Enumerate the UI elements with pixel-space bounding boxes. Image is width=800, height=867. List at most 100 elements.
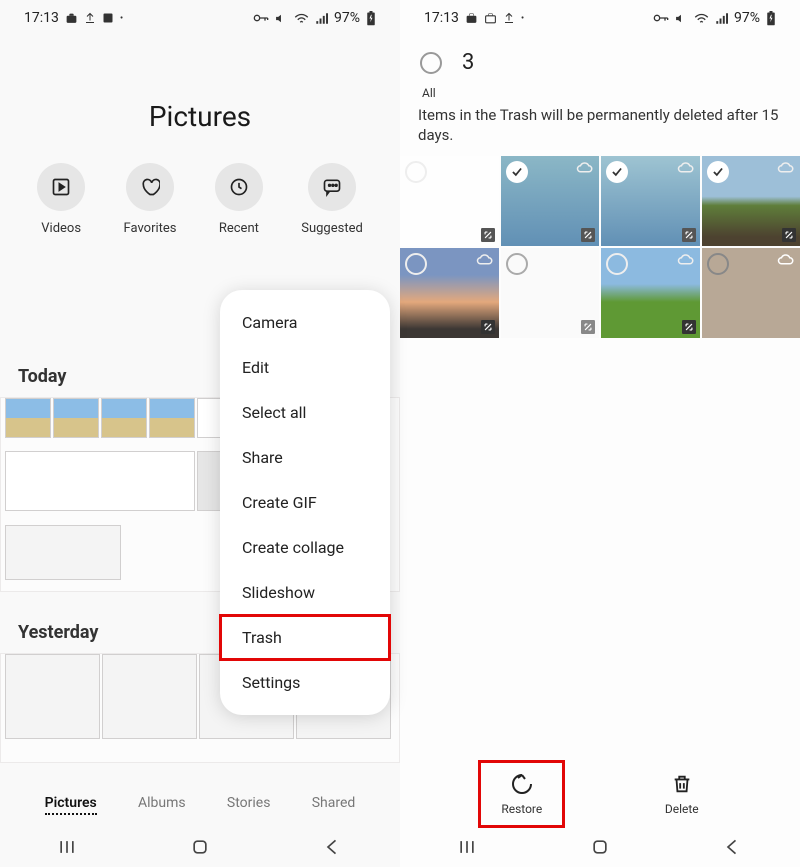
tab-stories[interactable]: Stories [227, 795, 271, 815]
recents-icon[interactable] [57, 837, 77, 857]
thumbnail[interactable] [601, 156, 700, 246]
expand-icon [481, 228, 495, 242]
tab-albums[interactable]: Albums [138, 795, 186, 815]
cloud-icon [777, 253, 795, 267]
menu-create-gif[interactable]: Create GIF [220, 480, 390, 525]
expand-icon [682, 320, 696, 334]
status-battery: 97% [334, 10, 360, 26]
expand-icon [581, 320, 595, 334]
heart-icon [140, 177, 160, 197]
android-nav [400, 827, 800, 867]
tab-shared[interactable]: Shared [312, 795, 356, 815]
expand-icon [782, 228, 796, 242]
android-nav [0, 827, 400, 867]
thumbnail[interactable] [702, 156, 800, 246]
thumbnail[interactable] [501, 156, 600, 246]
briefcase-icon [65, 12, 78, 25]
play-icon [51, 177, 71, 197]
action-delete[interactable]: Delete [645, 763, 719, 825]
cloud-icon [476, 253, 494, 267]
battery-icon [766, 11, 776, 26]
briefcase-icon [465, 12, 478, 25]
select-check[interactable] [405, 253, 427, 275]
action-restore[interactable]: Restore [481, 763, 562, 825]
action-label: Delete [665, 802, 699, 816]
select-check[interactable] [506, 161, 528, 183]
cloud-icon [777, 161, 795, 175]
expand-icon [581, 228, 595, 242]
status-battery: 97% [734, 10, 760, 26]
trash-grid [400, 156, 800, 338]
thumbnail[interactable] [702, 248, 800, 338]
expand-icon [481, 320, 495, 334]
menu-select-all[interactable]: Select all [220, 390, 390, 435]
briefcase-icon [484, 12, 497, 25]
wifi-icon [694, 12, 709, 25]
menu-slideshow[interactable]: Slideshow [220, 570, 390, 615]
category-label: Suggested [301, 221, 363, 236]
category-label: Recent [219, 221, 259, 236]
status-bar: 17:13 • 97% [0, 0, 400, 36]
trash-icon [671, 772, 693, 796]
selection-count: 3 [462, 50, 474, 75]
back-icon[interactable] [723, 837, 743, 857]
cloud-icon [677, 253, 695, 267]
back-icon[interactable] [323, 837, 343, 857]
cloud-icon [576, 161, 594, 175]
action-bar: Restore Delete [400, 763, 800, 825]
category-label: Videos [41, 221, 81, 236]
menu-create-collage[interactable]: Create collage [220, 525, 390, 570]
trash-message: Items in the Trash will be permanently d… [400, 99, 800, 156]
select-check[interactable] [405, 161, 427, 183]
status-bar: 17:13 • 97% [400, 0, 800, 36]
home-icon[interactable] [590, 837, 610, 857]
home-icon[interactable] [190, 837, 210, 857]
chat-icon [322, 177, 342, 197]
categories-row: Videos Favorites Recent Suggested [0, 163, 400, 236]
signal-icon [315, 12, 328, 25]
mute-icon [275, 12, 288, 25]
thumbnail[interactable] [501, 248, 600, 338]
select-all-label: All [422, 86, 436, 100]
action-label: Restore [501, 802, 542, 816]
vpn-key-icon [653, 12, 669, 24]
category-videos[interactable]: Videos [37, 163, 85, 236]
page-title: Pictures [0, 100, 400, 133]
recents-icon[interactable] [457, 837, 477, 857]
select-check[interactable] [506, 253, 528, 275]
status-time: 17:13 [424, 10, 459, 26]
cloud-icon [677, 161, 695, 175]
vpn-key-icon [253, 12, 269, 24]
select-check[interactable] [606, 161, 628, 183]
menu-camera[interactable]: Camera [220, 300, 390, 345]
bottom-tabs: Pictures Albums Stories Shared [0, 783, 400, 827]
select-all-toggle[interactable] [420, 52, 442, 74]
menu-edit[interactable]: Edit [220, 345, 390, 390]
thumbnail[interactable] [601, 248, 700, 338]
wifi-icon [294, 12, 309, 25]
category-favorites[interactable]: Favorites [124, 163, 177, 236]
select-check[interactable] [707, 161, 729, 183]
menu-settings[interactable]: Settings [220, 660, 390, 705]
restore-icon [510, 772, 534, 796]
category-recent[interactable]: Recent [215, 163, 263, 236]
clock-icon [229, 177, 249, 197]
upload-icon [503, 12, 515, 24]
overflow-menu: Camera Edit Select all Share Create GIF … [220, 290, 390, 715]
select-check[interactable] [606, 253, 628, 275]
category-label: Favorites [124, 221, 177, 236]
selection-header: 3 [400, 36, 800, 79]
mute-icon [675, 12, 688, 25]
battery-icon [366, 11, 376, 26]
screen-pictures: 17:13 • 97% Pictures Videos Favorites Re… [0, 0, 400, 867]
image-icon [102, 12, 114, 24]
category-suggested[interactable]: Suggested [301, 163, 363, 236]
thumbnail[interactable] [400, 248, 499, 338]
signal-icon [715, 12, 728, 25]
tab-pictures[interactable]: Pictures [45, 795, 97, 815]
menu-trash[interactable]: Trash [220, 615, 390, 660]
thumbnail[interactable] [400, 156, 499, 246]
upload-icon [84, 12, 96, 24]
menu-share[interactable]: Share [220, 435, 390, 480]
select-check[interactable] [707, 253, 729, 275]
